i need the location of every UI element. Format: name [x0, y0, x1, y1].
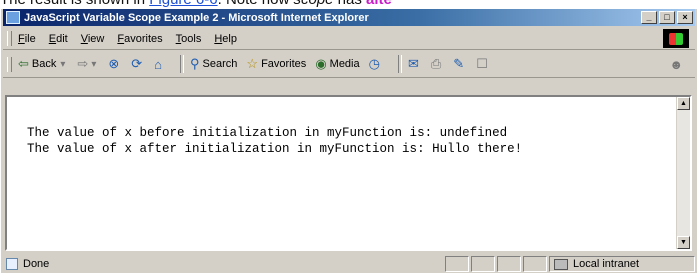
caption-text: The result is shown in — [0, 0, 149, 8]
search-button[interactable]: ⚲ Search — [190, 56, 237, 72]
menu-grip[interactable] — [7, 31, 12, 46]
status-panel — [445, 256, 469, 272]
forward-button[interactable]: ⇨ ▾ — [77, 56, 99, 72]
messenger-button[interactable]: ☻ — [669, 57, 686, 72]
standard-toolbar: ⇦ Back ▾ ⇨ ▾ ⊗ ⟳ ⌂ ⚲ Search ☆ Favorites … — [3, 51, 695, 78]
windows-throbber-icon — [663, 29, 689, 48]
close-button[interactable]: × — [677, 11, 693, 24]
page-viewport: The value of x before initialization in … — [5, 95, 692, 251]
edit-button[interactable]: ✎ — [453, 56, 467, 72]
security-zone: Local intranet — [549, 256, 695, 272]
status-panel — [497, 256, 521, 272]
menu-edit[interactable]: Edit — [49, 33, 68, 45]
history-icon: ◷ — [368, 56, 380, 71]
media-label: Media — [329, 58, 360, 70]
menu-tools[interactable]: Tools — [176, 33, 202, 45]
home-button[interactable]: ⌂ — [154, 57, 165, 72]
vertical-scrollbar[interactable]: ▲ ▼ — [676, 97, 690, 249]
caption-text-suffix: has — [334, 0, 367, 8]
stop-button[interactable]: ⊗ — [108, 56, 122, 72]
title-bar[interactable]: JavaScript Variable Scope Example 2 - Mi… — [3, 9, 695, 26]
minimize-button[interactable]: _ — [641, 11, 657, 24]
favorites-button[interactable]: ☆ Favorites — [246, 56, 306, 72]
refresh-button[interactable]: ⟳ — [131, 56, 145, 72]
browser-window: JavaScript Variable Scope Example 2 - Mi… — [0, 8, 697, 273]
media-button[interactable]: ◉ Media — [315, 56, 359, 72]
figure-link[interactable]: Figure 6-6 — [149, 0, 217, 8]
mail-icon: ✉ — [407, 56, 419, 71]
toolbar-separator — [180, 55, 185, 73]
caption-text-middle: . Note how — [218, 0, 294, 8]
favorites-label: Favorites — [261, 58, 307, 70]
print-icon: ⎙ — [430, 56, 442, 71]
search-icon: ⚲ — [190, 56, 200, 71]
window-controls: _ □ × — [641, 11, 693, 24]
scroll-up-button[interactable]: ▲ — [677, 97, 690, 110]
menu-view[interactable]: View — [81, 33, 105, 45]
mail-button[interactable]: ✉ — [408, 56, 422, 72]
print-button[interactable]: ⎙ — [431, 56, 444, 72]
menu-bar: File Edit View Favorites Tools Help — [3, 28, 695, 50]
back-button[interactable]: ⇦ Back ▾ — [18, 56, 68, 72]
page-content: The value of x before initialization in … — [27, 125, 522, 157]
scroll-down-button[interactable]: ▼ — [677, 236, 690, 249]
history-button[interactable]: ◷ — [369, 56, 383, 72]
search-label: Search — [202, 58, 238, 70]
caption-highlight: alte — [366, 0, 392, 8]
status-panel — [523, 256, 547, 272]
menu-help[interactable]: Help — [214, 33, 237, 45]
ie-logo-icon — [6, 11, 20, 24]
discuss-button[interactable]: ☐ — [476, 56, 491, 72]
stop-icon: ⊗ — [108, 56, 120, 71]
zone-label: Local intranet — [573, 258, 640, 270]
page-done-icon — [6, 258, 18, 270]
media-icon: ◉ — [315, 56, 327, 71]
status-bar: Done Local intranet — [3, 255, 695, 273]
messenger-icon: ☻ — [669, 56, 683, 72]
status-text: Done — [23, 258, 50, 270]
window-title: JavaScript Variable Scope Example 2 - Mi… — [24, 11, 369, 24]
discuss-icon: ☐ — [476, 56, 488, 71]
favorites-icon: ☆ — [246, 56, 259, 71]
back-arrow-icon: ⇦ — [18, 56, 29, 71]
maximize-button[interactable]: □ — [659, 11, 675, 24]
toolbar-separator-2 — [397, 55, 402, 73]
refresh-icon: ⟳ — [131, 56, 143, 71]
forward-arrow-icon: ⇨ — [77, 56, 89, 71]
forward-dropdown-icon[interactable]: ▾ — [91, 59, 96, 70]
menu-file[interactable]: File — [18, 33, 36, 45]
output-line: The value of x after initialization in m… — [27, 142, 523, 156]
caption-emphasis: scope — [293, 0, 333, 8]
edit-icon: ✎ — [453, 56, 465, 71]
back-dropdown-icon[interactable]: ▾ — [60, 59, 65, 70]
toolbar-grip[interactable] — [7, 56, 12, 72]
menu-favorites[interactable]: Favorites — [117, 33, 162, 45]
status-panel — [471, 256, 495, 272]
output-line: The value of x before initialization in … — [27, 126, 508, 140]
home-icon: ⌂ — [154, 56, 163, 72]
status-message: Done — [3, 258, 443, 270]
intranet-icon — [554, 258, 568, 270]
back-label: Back — [31, 58, 57, 70]
